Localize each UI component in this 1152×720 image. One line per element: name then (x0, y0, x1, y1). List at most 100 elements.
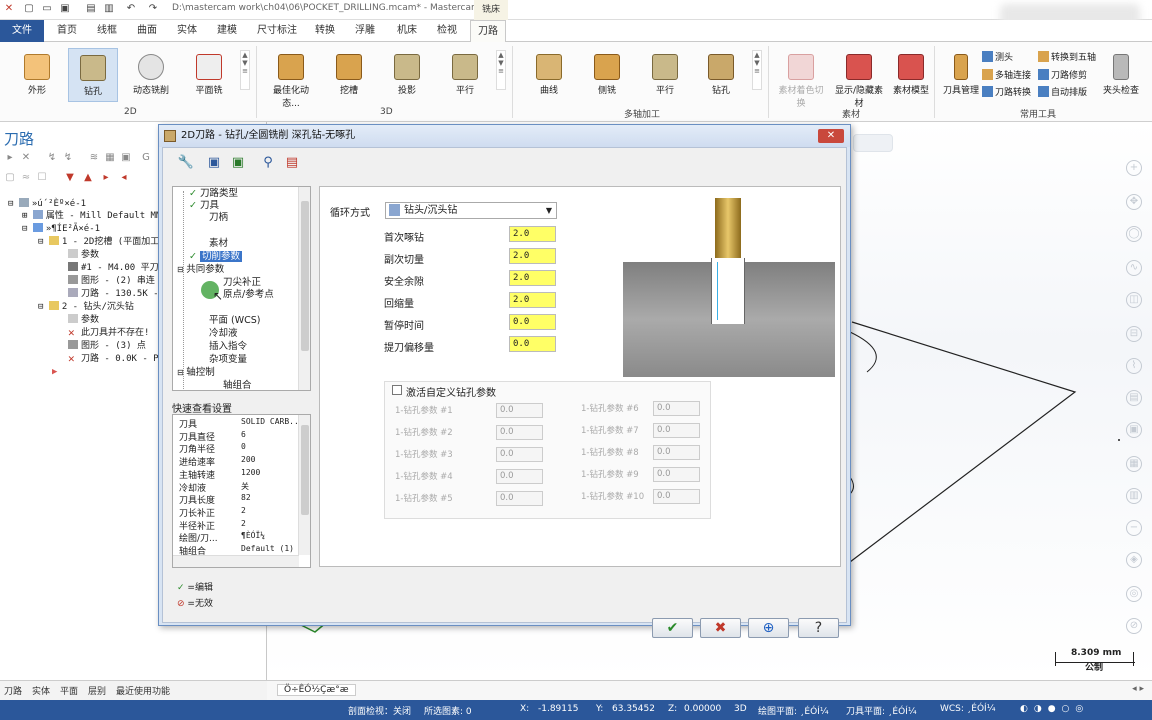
deselect-icon[interactable]: ✕ (20, 152, 32, 164)
swarf-button[interactable]: 侧铣 (582, 48, 632, 96)
display-mode-icons[interactable]: ◐◑●○◎ (1020, 704, 1110, 714)
drill-button[interactable]: 钻孔 (68, 48, 118, 102)
multiaxis-link-button[interactable]: 多轴连接 (982, 68, 1031, 81)
save-defaults-icon[interactable]: ▣ (205, 154, 223, 172)
layers-icon[interactable]: ▤ (1126, 390, 1142, 406)
load-defaults-icon[interactable]: ▣ (229, 154, 247, 172)
tree-item-op2-params[interactable]: 参数 (68, 314, 99, 326)
help-button[interactable]: ? (798, 618, 839, 638)
move-up-icon[interactable]: ▲ (82, 172, 94, 184)
nav-axis-combo[interactable]: 轴组合 (223, 380, 252, 390)
nav-axis-control[interactable]: ⊟ 轴控制 (177, 367, 215, 379)
shade-icon[interactable]: ◫ (1126, 292, 1142, 308)
mode-3d[interactable]: 3D (734, 704, 747, 714)
rotate-icon[interactable]: ◯ (1126, 226, 1142, 242)
tab-levels-manager[interactable]: 层别 (88, 684, 106, 697)
tool-settings-icon[interactable]: 🔧 (177, 154, 195, 172)
dialog-close-button[interactable]: ✕ (818, 129, 844, 143)
tab-view[interactable]: 检视 (430, 20, 464, 42)
dwell-input[interactable]: 0.0 (509, 314, 556, 330)
tab-transform[interactable]: 转换 (308, 20, 342, 42)
parallel-3d-button[interactable]: 平行 (440, 48, 490, 96)
grid-icon[interactable]: ▦ (1126, 456, 1142, 472)
clear-icon[interactable]: ⊘ (1126, 618, 1142, 634)
zoom-out-icon[interactable]: − (1126, 520, 1142, 536)
dynamic-mill-button[interactable]: 动态铣削 (126, 48, 176, 96)
scroll-thumb[interactable] (301, 201, 309, 351)
custom-param-input[interactable]: 0.0 (496, 447, 543, 462)
cplane-status[interactable]: 绘图平面: ¸ÉÓÍ¼ (758, 704, 829, 717)
tab-planes-manager[interactable]: 平面 (60, 684, 78, 697)
custom-params-checkbox[interactable] (392, 385, 402, 395)
subsequent-peck-input[interactable]: 2.0 (509, 248, 556, 264)
tab-recent-functions[interactable]: 最近使用功能 (116, 684, 170, 697)
tab-toolpaths[interactable]: 刀路 (470, 20, 506, 42)
ok-button[interactable]: ✔ (652, 618, 693, 638)
stock-display-button[interactable]: 显示/隐藏素材 (834, 48, 884, 109)
snap-icon[interactable]: ◎ (1126, 586, 1142, 602)
viewsheet-scroll-icon[interactable]: ◂ ▸ (1132, 684, 1144, 694)
contour-button[interactable]: 外形 (12, 48, 62, 96)
apply-button[interactable]: ⊕ (748, 618, 789, 638)
cycle-select[interactable]: 钻头/沉头钻 ▼ (385, 202, 557, 219)
tab-wireframe[interactable]: 线框 (90, 20, 124, 42)
properties-view-icon[interactable]: ▣ (1126, 422, 1142, 438)
tab-file[interactable]: 文件 (0, 20, 44, 42)
zoom-in-icon[interactable]: + (1126, 160, 1142, 176)
curve-multiaxis-button[interactable]: 曲线 (524, 48, 574, 96)
tab-surfaces[interactable]: 曲面 (130, 20, 164, 42)
move-down-icon[interactable]: ▼ (64, 172, 76, 184)
tab-dimension[interactable]: 尺寸标注 (252, 20, 302, 42)
print-preview-icon[interactable]: ▥ (102, 2, 116, 16)
nav-toolpath-type[interactable]: ✓ 刀路类型 (189, 188, 238, 200)
plane-icon[interactable]: ◈ (1126, 552, 1142, 568)
custom-param-input[interactable]: 0.0 (653, 423, 700, 438)
gallery-scroll-3d[interactable]: ▲ ▼ ≡ (496, 50, 506, 90)
lock-icon[interactable]: ▢ (4, 172, 16, 184)
viewsheet-main[interactable]: Ö÷ÊÓ½Çæ°æ (277, 684, 356, 696)
tree-item-op1[interactable]: ⊟ 1 - 2D挖槽 (平面加工 (38, 236, 159, 248)
nav-canned-text[interactable]: 插入指令 (209, 341, 247, 353)
face-mill-button[interactable]: 平面铣 (184, 48, 234, 96)
redo-icon[interactable]: ↷ (146, 2, 160, 16)
custom-param-input[interactable]: 0.0 (653, 445, 700, 460)
custom-param-input[interactable]: 0.0 (653, 467, 700, 482)
holder-check-button[interactable]: 夹头检查 (1096, 48, 1146, 96)
retract-input[interactable]: 2.0 (509, 292, 556, 308)
tree-item-op2-geometry[interactable]: 图形 - (3) 点 (68, 340, 146, 352)
nav-coolant[interactable]: 冷却液 (209, 328, 238, 340)
custom-param-input[interactable]: 0.0 (496, 469, 543, 484)
tool-manager-button[interactable]: 刀具管理 (936, 48, 986, 96)
parallel-multiaxis-button[interactable]: 平行 (640, 48, 690, 96)
tree-item-op1-params[interactable]: 参数 (68, 249, 99, 261)
scroll-thumb[interactable] (301, 425, 309, 515)
tree-item-op1-tool[interactable]: #1 - M4.00 平刀 (68, 262, 159, 274)
nav-tip-comp[interactable]: 刀尖补正 (223, 277, 261, 289)
tab-machine[interactable]: 机床 (390, 20, 424, 42)
nav-misc-values[interactable]: 杂项变量 (209, 354, 247, 366)
tab-model[interactable]: 建模 (210, 20, 244, 42)
custom-param-input[interactable]: 0.0 (496, 403, 543, 418)
custom-param-input[interactable]: 0.0 (496, 491, 543, 506)
stock-model-button[interactable]: 素材模型 (886, 48, 936, 96)
preview-icon[interactable]: ▤ (283, 154, 301, 172)
verify-icon[interactable]: ▦ (104, 152, 116, 164)
tab-solids-manager[interactable]: 实体 (32, 684, 50, 697)
nav-cut-params[interactable]: ✓ 切削参数 (189, 251, 242, 263)
section-view-status[interactable]: 剖面检视：关闭 (348, 704, 411, 717)
viewport-overlay-button[interactable] (853, 134, 893, 152)
quick-view-hscrollbar[interactable] (173, 555, 299, 567)
toggle-post-icon[interactable]: ☐ (36, 172, 48, 184)
nav-holder[interactable]: 刀柄 (209, 212, 228, 224)
wcs-status[interactable]: WCS: ¸ÉÓÍ¼ (940, 704, 995, 714)
tool-shift-input[interactable]: 0.0 (509, 336, 556, 352)
post-icon[interactable]: G (140, 152, 152, 164)
gallery-scroll-multi[interactable]: ▲ ▼ ≡ (752, 50, 762, 90)
tree-item-toolpath-group[interactable]: ⊟ »¶ÍE²Ã×é-1 (22, 223, 100, 235)
cancel-button[interactable]: ✖ (700, 618, 741, 638)
new-file-icon[interactable]: ▢ (22, 2, 36, 16)
stock-shading-button[interactable]: 素材着色切换 (776, 48, 826, 109)
tree-item-properties[interactable]: ⊞ 属性 - Mill Default MM (22, 210, 161, 222)
nav-planes[interactable]: 平面 (WCS) (209, 315, 261, 327)
pocket-3d-button[interactable]: 挖槽 (324, 48, 374, 96)
